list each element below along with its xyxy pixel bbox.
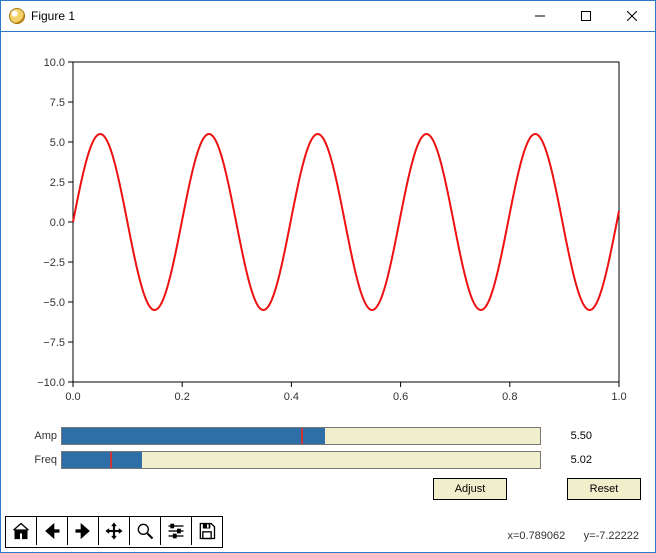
minimize-button[interactable] bbox=[517, 1, 563, 31]
background-fragments bbox=[0, 92, 8, 512]
status-y-label: y= bbox=[584, 530, 596, 542]
adjust-button[interactable]: Adjust bbox=[433, 478, 507, 500]
chart[interactable]: −10.0 −7.5 −5.0 −2.5 0.0 2.5 5.0 7.5 10.0 0.0 0.2 0… bbox=[13, 42, 633, 422]
move-icon bbox=[104, 521, 124, 541]
status-x-value: 0.789062 bbox=[519, 530, 565, 542]
back-button[interactable] bbox=[37, 517, 68, 545]
svg-text:0.2: 0.2 bbox=[175, 391, 190, 403]
svg-text:−7.5: −7.5 bbox=[43, 337, 65, 349]
nav-toolbar bbox=[5, 516, 223, 548]
freq-label: Freq bbox=[21, 454, 61, 466]
svg-text:0.0: 0.0 bbox=[50, 217, 65, 229]
svg-text:5.0: 5.0 bbox=[50, 137, 65, 149]
cursor-status: x=0.789062 y=-7.22222 bbox=[507, 530, 639, 542]
maximize-button[interactable] bbox=[563, 1, 609, 31]
back-arrow-icon bbox=[42, 521, 62, 541]
svg-text:0.0: 0.0 bbox=[65, 391, 80, 403]
amp-slider-mark bbox=[301, 428, 303, 444]
freq-slider-fill bbox=[62, 452, 142, 468]
amp-slider-row: Amp 5.50 bbox=[21, 426, 631, 446]
reset-button[interactable]: Reset bbox=[567, 478, 641, 500]
maximize-icon bbox=[581, 11, 591, 21]
svg-text:−2.5: −2.5 bbox=[43, 257, 65, 269]
amp-value: 5.50 bbox=[541, 430, 592, 442]
svg-text:0.4: 0.4 bbox=[284, 391, 299, 403]
app-icon bbox=[9, 8, 25, 24]
button-row: Adjust Reset bbox=[1, 478, 641, 506]
home-button[interactable] bbox=[6, 517, 37, 545]
status-y-value: -7.22222 bbox=[596, 530, 639, 542]
svg-text:0.6: 0.6 bbox=[393, 391, 408, 403]
forward-button[interactable] bbox=[68, 517, 99, 545]
freq-value: 5.02 bbox=[541, 454, 592, 466]
freq-slider-row: Freq 5.02 bbox=[21, 450, 631, 470]
svg-text:2.5: 2.5 bbox=[50, 177, 65, 189]
window-title: Figure 1 bbox=[31, 9, 75, 23]
zoom-button[interactable] bbox=[130, 517, 161, 545]
chart-svg: −10.0 −7.5 −5.0 −2.5 0.0 2.5 5.0 7.5 10.0 0.0 0.2 0… bbox=[13, 42, 633, 422]
status-x-label: x= bbox=[507, 530, 519, 542]
zoom-icon bbox=[135, 521, 155, 541]
svg-text:0.8: 0.8 bbox=[502, 391, 517, 403]
svg-text:1.0: 1.0 bbox=[611, 391, 626, 403]
close-button[interactable] bbox=[609, 1, 655, 31]
amp-slider[interactable] bbox=[61, 427, 541, 445]
freq-slider-mark bbox=[110, 452, 112, 468]
window-body: −10.0 −7.5 −5.0 −2.5 0.0 2.5 5.0 7.5 10.0 0.0 0.2 0… bbox=[1, 32, 655, 552]
minimize-icon bbox=[535, 11, 545, 21]
save-button[interactable] bbox=[192, 517, 222, 545]
amp-label: Amp bbox=[21, 430, 61, 442]
pan-button[interactable] bbox=[99, 517, 130, 545]
freq-slider[interactable] bbox=[61, 451, 541, 469]
sliders-icon bbox=[166, 521, 186, 541]
svg-text:7.5: 7.5 bbox=[50, 97, 65, 109]
close-icon bbox=[627, 11, 637, 21]
forward-arrow-icon bbox=[73, 521, 93, 541]
svg-text:10.0: 10.0 bbox=[44, 57, 65, 69]
home-icon bbox=[11, 521, 31, 541]
amp-slider-fill bbox=[62, 428, 325, 444]
save-icon bbox=[197, 521, 217, 541]
svg-text:−5.0: −5.0 bbox=[43, 297, 65, 309]
configure-button[interactable] bbox=[161, 517, 192, 545]
title-bar: Figure 1 bbox=[1, 1, 655, 32]
svg-text:−10.0: −10.0 bbox=[37, 377, 65, 389]
sliders-panel: Amp 5.50 Freq 5.02 bbox=[21, 426, 631, 474]
figure-window: Figure 1 −10.0 −7.5 −5.0 −2.5 0.0 2.5 5.0 7.5 10… bbox=[0, 0, 656, 553]
